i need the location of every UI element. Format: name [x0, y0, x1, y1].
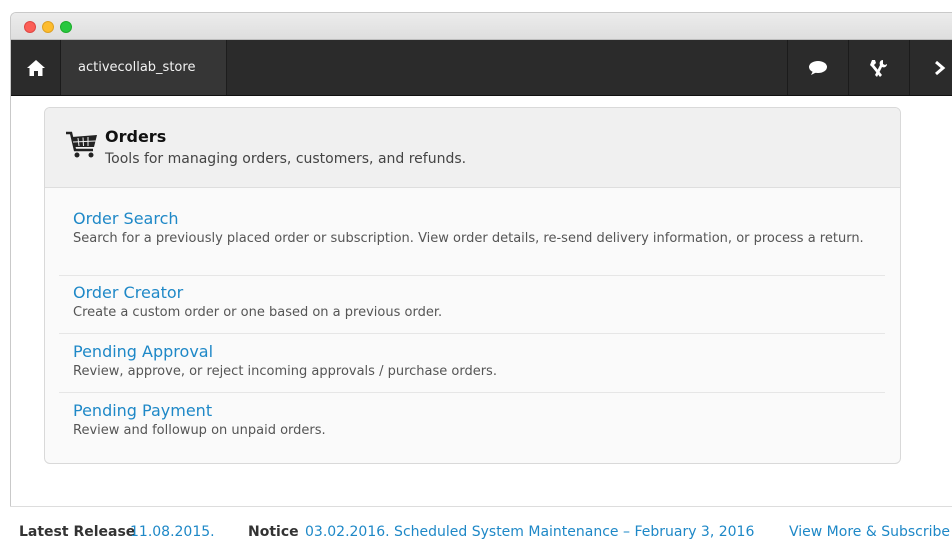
store-name-tab[interactable]: activecollab_store — [61, 40, 227, 95]
navbar-spacer — [227, 40, 787, 95]
order-search-description: Search for a previously placed order or … — [73, 231, 864, 246]
tools-icon — [870, 59, 887, 77]
chat-button[interactable] — [787, 40, 848, 95]
pending-approval-link[interactable]: Pending Approval — [73, 342, 871, 362]
item-divider — [59, 333, 885, 334]
order-creator-link[interactable]: Order Creator — [73, 283, 871, 303]
top-navbar: activecollab_store — [11, 40, 952, 96]
panel-title: Orders — [105, 127, 167, 146]
pending-approval-description: Review, approve, or reject incoming appr… — [73, 364, 497, 379]
notice-label: Notice — [248, 524, 299, 540]
pending-payment-link[interactable]: Pending Payment — [73, 401, 871, 421]
view-more-subscribe-link[interactable]: View More & Subscribe — [789, 524, 950, 540]
pending-payment-description: Review and followup on unpaid orders. — [73, 423, 326, 438]
menu-item-pending-approval: Pending Approval Review, approve, or rej… — [59, 342, 885, 380]
item-divider — [59, 392, 885, 393]
latest-release-label: Latest Release — [19, 524, 136, 540]
store-name-label: activecollab_store — [78, 60, 196, 75]
orders-panel: Orders Tools for managing orders, custom… — [44, 107, 901, 464]
order-creator-description: Create a custom order or one based on a … — [73, 305, 443, 320]
menu-item-order-search: Order Search Search for a previously pla… — [59, 209, 885, 247]
item-divider — [59, 275, 885, 276]
shopping-cart-icon — [66, 131, 97, 158]
window-minimize-button[interactable] — [42, 21, 54, 33]
tools-button[interactable] — [848, 40, 909, 95]
next-button[interactable] — [909, 40, 952, 95]
window-titlebar — [11, 13, 952, 40]
order-search-link[interactable]: Order Search — [73, 209, 871, 229]
orders-panel-header: Orders Tools for managing orders, custom… — [45, 108, 900, 188]
footer-bar: Latest Release 11.08.2015. Notice 03.02.… — [10, 506, 952, 548]
panel-subtitle: Tools for managing orders, customers, an… — [105, 151, 467, 167]
menu-item-order-creator: Order Creator Create a custom order or o… — [59, 283, 885, 321]
window-maximize-button[interactable] — [60, 21, 72, 33]
chevron-right-icon — [935, 60, 946, 75]
latest-release-link[interactable]: 11.08.2015. — [130, 524, 215, 540]
notice-link[interactable]: 03.02.2016. Scheduled System Maintenance… — [305, 524, 754, 540]
home-icon — [26, 59, 45, 76]
window-close-button[interactable] — [24, 21, 36, 33]
home-button[interactable] — [11, 40, 61, 95]
chat-bubble-icon — [809, 60, 827, 75]
menu-item-pending-payment: Pending Payment Review and followup on u… — [59, 401, 885, 439]
